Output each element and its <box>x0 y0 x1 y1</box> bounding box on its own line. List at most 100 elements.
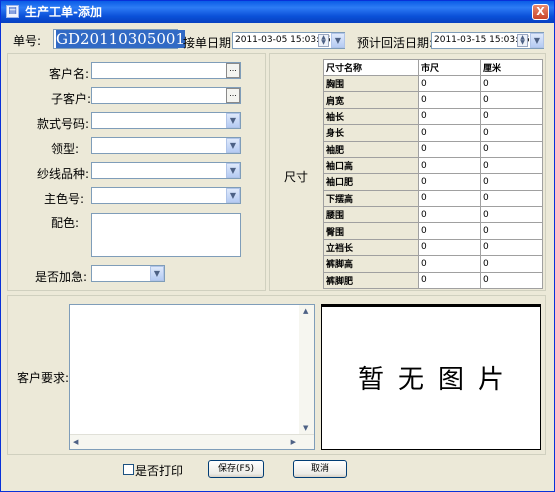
size-row[interactable]: 肩宽 0 0 <box>323 91 543 109</box>
cm-cell[interactable]: 0 <box>480 91 543 109</box>
receive-date-value: 2011-03-05 15:03:26 <box>235 35 331 45</box>
shichi-cell[interactable]: 0 <box>418 255 481 273</box>
size-name-cell: 身长 <box>323 124 419 142</box>
yarn-select[interactable]: ▼ <box>91 162 241 179</box>
cancel-button[interactable]: 取消 <box>293 460 347 478</box>
size-row[interactable]: 裤脚高 0 0 <box>323 255 543 273</box>
size-name-cell: 胸围 <box>323 74 419 93</box>
main-color-select[interactable]: ▼ <box>91 187 241 204</box>
receive-date-spin[interactable]: ▲ ▼ <box>318 34 329 47</box>
cm-cell[interactable]: 0 <box>480 189 543 208</box>
cm-cell[interactable]: 0 <box>480 238 543 257</box>
size-grid-body: 胸围 0 0 肩宽 0 0 袖长 0 0 身长 0 0 袖肥 0 0 袖口高 0 0 袖口肥 0 0 下摆高 0 0 腰围 0 0 臀… <box>323 74 543 289</box>
scroll-right-icon[interactable]: ▶ <box>291 438 296 446</box>
requirements-textarea[interactable]: ▲ ▼ ◀ ▶ <box>69 304 315 450</box>
color-match-textarea[interactable] <box>91 213 241 257</box>
print-checkbox[interactable] <box>123 464 134 475</box>
requirements-horizontal-scrollbar[interactable]: ◀ ▶ <box>70 434 314 449</box>
order-no-label: 单号: <box>13 34 42 48</box>
shichi-cell[interactable]: 0 <box>418 238 481 257</box>
expected-return-spin[interactable]: ▲ ▼ <box>517 34 528 47</box>
size-row[interactable]: 臀围 0 0 <box>323 222 543 240</box>
cm-cell[interactable]: 0 <box>480 124 543 142</box>
requirements-vertical-scrollbar[interactable]: ▲ ▼ <box>299 305 314 434</box>
save-button[interactable]: 保存(F5) <box>208 460 264 478</box>
close-button[interactable]: X <box>532 4 549 20</box>
collar-label: 领型: <box>51 142 80 156</box>
size-name-cell: 袖口高 <box>323 156 419 175</box>
shichi-cell[interactable]: 0 <box>418 107 481 126</box>
cm-cell[interactable]: 0 <box>480 255 543 273</box>
size-row[interactable]: 胸围 0 0 <box>323 74 543 93</box>
print-label[interactable]: 是否打印 <box>135 462 183 479</box>
expected-return-picker[interactable]: 2011-03-15 15:03:26 ▲ ▼ ▼ <box>431 32 544 49</box>
customer-browse-button[interactable]: ... <box>226 63 240 78</box>
urgent-select[interactable]: ▼ <box>91 265 165 282</box>
shichi-cell[interactable]: 0 <box>418 140 481 158</box>
yarn-dropdown-icon[interactable]: ▼ <box>226 163 240 178</box>
cm-cell[interactable]: 0 <box>480 140 543 158</box>
size-name-cell: 腰围 <box>323 205 419 224</box>
shichi-cell[interactable]: 0 <box>418 271 481 289</box>
subcustomer-browse-button[interactable]: ... <box>226 88 240 103</box>
size-name-cell: 袖长 <box>323 107 419 126</box>
shichi-cell[interactable]: 0 <box>418 189 481 208</box>
shichi-cell[interactable]: 0 <box>418 124 481 142</box>
size-name-cell: 下摆高 <box>323 189 419 208</box>
urgent-dropdown-icon[interactable]: ▼ <box>150 266 164 281</box>
customer-input[interactable]: ... <box>91 62 241 79</box>
shichi-cell[interactable]: 0 <box>418 222 481 240</box>
style-no-dropdown-icon[interactable]: ▼ <box>226 113 240 128</box>
cm-cell[interactable]: 0 <box>480 74 543 93</box>
collar-dropdown-icon[interactable]: ▼ <box>226 138 240 153</box>
size-name-cell: 立裆长 <box>323 238 419 257</box>
size-row[interactable]: 腰围 0 0 <box>323 205 543 224</box>
style-no-label: 款式号码: <box>37 117 90 131</box>
product-picture-box[interactable]: 暂无图片 <box>321 304 541 450</box>
scroll-up-icon[interactable]: ▲ <box>303 307 308 315</box>
requirements-label: 客户要求: <box>17 371 70 385</box>
size-grid-header: 尺寸名称 市尺 厘米 <box>323 59 543 76</box>
cm-cell[interactable]: 0 <box>480 107 543 126</box>
subcustomer-input[interactable]: ... <box>91 87 241 104</box>
receive-date-picker[interactable]: 2011-03-05 15:03:26 ▲ ▼ ▼ <box>232 32 345 49</box>
size-row[interactable]: 袖口高 0 0 <box>323 156 543 175</box>
expected-return-dropdown-icon[interactable]: ▼ <box>530 33 544 48</box>
shichi-cell[interactable]: 0 <box>418 173 481 191</box>
cm-cell[interactable]: 0 <box>480 156 543 175</box>
size-row[interactable]: 裤脚肥 0 0 <box>323 271 543 289</box>
size-row[interactable]: 袖肥 0 0 <box>323 140 543 158</box>
column-header-shichi[interactable]: 市尺 <box>418 59 481 76</box>
size-name-cell: 肩宽 <box>323 91 419 109</box>
cm-cell[interactable]: 0 <box>480 173 543 191</box>
style-no-select[interactable]: ▼ <box>91 112 241 129</box>
customer-label: 客户名: <box>49 67 90 81</box>
expected-return-label: 预计回活日期: <box>357 36 434 50</box>
column-header-cm[interactable]: 厘米 <box>480 59 543 76</box>
work-order-window: ▤ 生产工单-添加 X 单号: GD20110305001 接单日期: 2011… <box>0 0 555 492</box>
scroll-down-icon[interactable]: ▼ <box>303 424 308 432</box>
size-grid[interactable]: 尺寸名称 市尺 厘米 胸围 0 0 肩宽 0 0 袖长 0 0 身长 0 0 袖肥 0 0 袖口高 0 0 袖口肥 0… <box>323 59 543 289</box>
cm-cell[interactable]: 0 <box>480 271 543 289</box>
shichi-cell[interactable]: 0 <box>418 91 481 109</box>
app-icon: ▤ <box>6 5 19 18</box>
cm-cell[interactable]: 0 <box>480 222 543 240</box>
size-row[interactable]: 袖长 0 0 <box>323 107 543 126</box>
main-color-dropdown-icon[interactable]: ▼ <box>226 188 240 203</box>
cm-cell[interactable]: 0 <box>480 205 543 224</box>
column-header-size-name[interactable]: 尺寸名称 <box>323 59 419 76</box>
receive-date-label: 接单日期: <box>183 36 236 50</box>
order-no-field[interactable]: GD20110305001 <box>53 29 185 49</box>
no-picture-text: 暂无图片 <box>357 365 518 395</box>
shichi-cell[interactable]: 0 <box>418 205 481 224</box>
size-row[interactable]: 袖口肥 0 0 <box>323 173 543 191</box>
title-bar[interactable]: ▤ 生产工单-添加 X <box>1 1 554 23</box>
scroll-left-icon[interactable]: ◀ <box>73 438 78 446</box>
size-row[interactable]: 立裆长 0 0 <box>323 238 543 257</box>
size-row[interactable]: 身长 0 0 <box>323 124 543 142</box>
shichi-cell[interactable]: 0 <box>418 74 481 93</box>
size-row[interactable]: 下摆高 0 0 <box>323 189 543 208</box>
receive-date-dropdown-icon[interactable]: ▼ <box>331 33 345 48</box>
shichi-cell[interactable]: 0 <box>418 156 481 175</box>
collar-select[interactable]: ▼ <box>91 137 241 154</box>
